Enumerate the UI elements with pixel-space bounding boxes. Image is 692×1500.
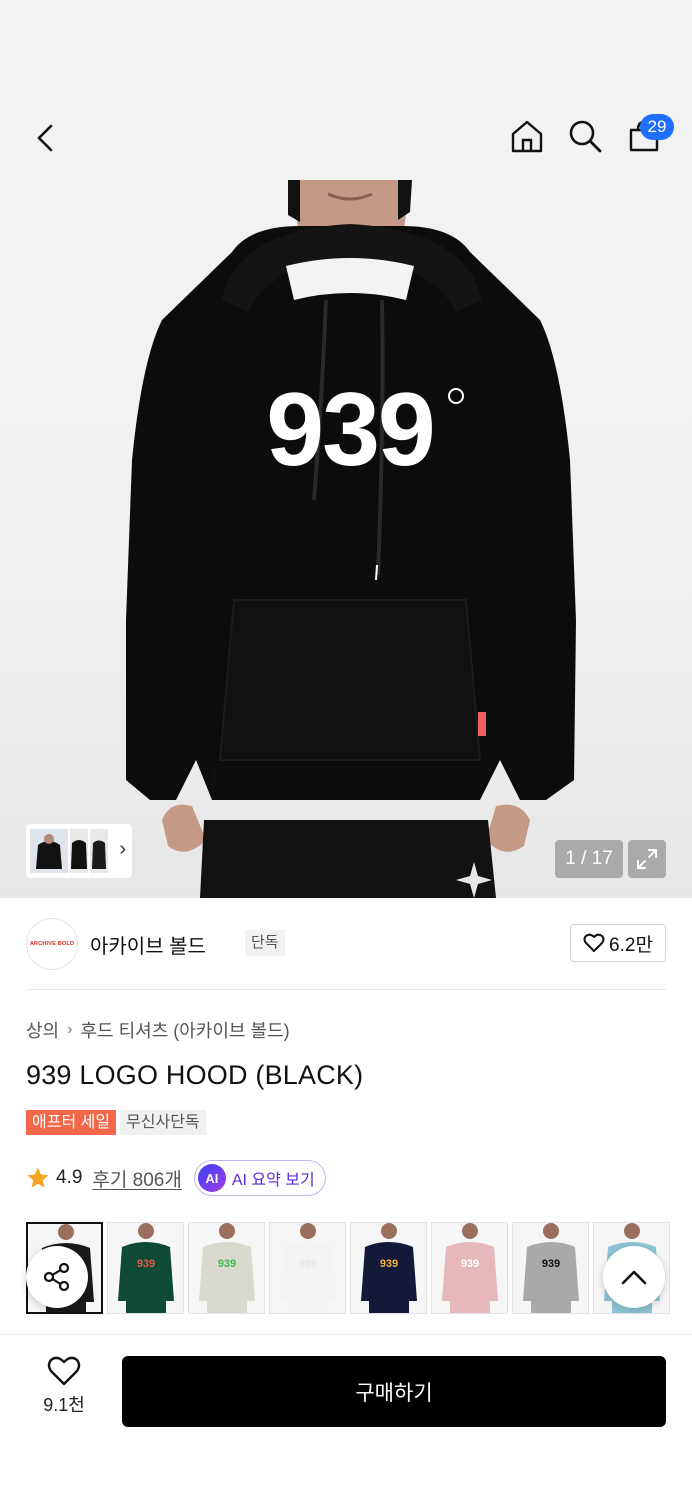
colorway-thumbnail-navy[interactable]: 939 xyxy=(350,1222,427,1314)
breadcrumb-item-subcategory[interactable]: 후드 티셔츠 (아카이브 볼드) xyxy=(80,1017,289,1043)
colorway-thumbnail-oatmeal[interactable]: 939 xyxy=(188,1222,265,1314)
star-icon xyxy=(27,1167,49,1188)
heart-icon xyxy=(583,933,605,952)
search-button[interactable] xyxy=(563,114,607,158)
breadcrumb: 상의 › 후드 티셔츠 (아카이브 볼드) xyxy=(26,1017,290,1043)
chevron-right-icon: › xyxy=(119,838,126,860)
cart-count-badge: 29 xyxy=(640,114,674,140)
product-tags: 애프터 세일 무신사단독 xyxy=(26,1110,206,1135)
colorway-print-text: 939 xyxy=(542,1258,560,1270)
bottom-action-bar: 9.1천 구매하기 xyxy=(0,1334,692,1500)
colorway-print-text: 939 xyxy=(137,1258,155,1270)
exclusive-tag: 무신사단독 xyxy=(120,1110,206,1135)
brand-logo[interactable]: ARCHIVE BOLD xyxy=(26,918,78,970)
thumbnail-image xyxy=(30,829,68,873)
ai-badge-icon: AI xyxy=(197,1164,226,1192)
back-icon xyxy=(37,124,53,152)
breadcrumb-item-category[interactable]: 상의 xyxy=(26,1017,59,1043)
scroll-top-button[interactable] xyxy=(603,1246,665,1308)
colorway-hoodie-image: 939 xyxy=(523,1223,579,1313)
search-icon xyxy=(569,120,602,153)
colorway-thumbnail-white[interactable]: 939 xyxy=(269,1222,346,1314)
colorway-print-text: 939 xyxy=(380,1258,398,1270)
chevron-right-icon: › xyxy=(67,1021,73,1038)
expand-icon xyxy=(637,849,657,869)
brand-name[interactable]: 아카이브 볼드 xyxy=(90,930,206,959)
rating-row: 4.9 후기 806개 AI AI 요약 보기 xyxy=(26,1160,326,1196)
expand-image-button[interactable] xyxy=(628,840,666,878)
image-counter: 1 / 17 xyxy=(555,840,623,878)
colorway-print-text: 939 xyxy=(461,1258,479,1270)
ai-summary-label: AI 요약 보기 xyxy=(231,1172,315,1189)
colorway-thumbnail-green[interactable]: 939 xyxy=(107,1222,184,1314)
colorway-hoodie-image: 939 xyxy=(442,1223,498,1313)
colorway-print-text: 939 xyxy=(299,1258,317,1270)
rating-value: 4.9 xyxy=(56,1167,83,1188)
colorway-thumbnail-pink[interactable]: 939 xyxy=(431,1222,508,1314)
thumbnail-image xyxy=(70,829,88,873)
home-icon xyxy=(511,120,543,153)
colorway-hoodie-image: 939 xyxy=(118,1223,174,1313)
sale-tag: 애프터 세일 xyxy=(26,1110,117,1135)
share-button[interactable] xyxy=(26,1246,88,1308)
thumbnail-image xyxy=(90,829,108,873)
colorway-hoodie-image: 939 xyxy=(199,1223,255,1313)
divider xyxy=(26,989,666,990)
ai-summary-button[interactable]: AI AI 요약 보기 xyxy=(193,1160,326,1196)
colorway-thumbnails: 939939939939939939939939 xyxy=(26,1222,692,1316)
reviews-link[interactable]: 후기 806개 xyxy=(92,1165,181,1192)
top-navigation-bar: 29 xyxy=(0,100,692,172)
brand-like-count: 6.2만 xyxy=(609,934,653,956)
buy-button[interactable]: 구매하기 xyxy=(122,1356,666,1427)
chevron-up-icon xyxy=(621,1270,647,1285)
share-icon xyxy=(43,1262,70,1292)
brand-like-button[interactable]: 6.2만 xyxy=(570,924,666,962)
colorway-thumbnail-grey[interactable]: 939 xyxy=(512,1222,589,1314)
home-button[interactable] xyxy=(505,114,549,158)
brand-exclusive-tag: 단독 xyxy=(245,930,285,956)
product-title: 939 LOGO HOOD (BLACK) xyxy=(26,1060,364,1090)
colorway-hoodie-image: 939 xyxy=(280,1223,336,1313)
image-thumbnail-strip[interactable]: › xyxy=(26,824,132,878)
wishlist-count: 9.1천 xyxy=(43,1395,85,1415)
wishlist-button[interactable]: 9.1천 xyxy=(26,1355,102,1425)
hoodie-print-text: 939 xyxy=(266,372,434,488)
brand-row: ARCHIVE BOLD 아카이브 볼드 단독 6.2만 xyxy=(26,918,666,970)
heart-icon xyxy=(47,1356,81,1386)
colorway-hoodie-image: 939 xyxy=(361,1223,417,1313)
colorway-print-text: 939 xyxy=(218,1258,236,1270)
back-button[interactable] xyxy=(24,116,68,160)
